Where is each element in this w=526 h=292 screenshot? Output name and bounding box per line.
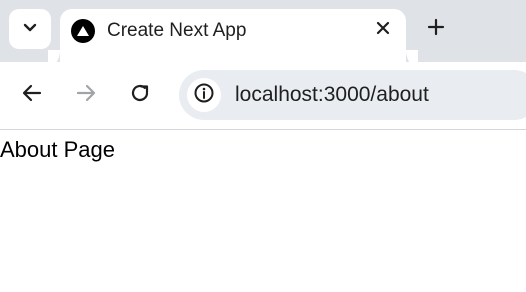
url-text[interactable]: localhost:3000/about <box>235 83 429 107</box>
info-icon <box>193 82 215 109</box>
back-button[interactable] <box>16 79 48 111</box>
new-tab-button[interactable] <box>421 14 451 44</box>
reload-button[interactable] <box>124 79 156 111</box>
forward-button[interactable] <box>70 79 102 111</box>
page-content: About Page <box>0 130 526 292</box>
tab-title: Create Next App <box>107 20 247 41</box>
reload-icon <box>129 82 151 109</box>
tab-search-button[interactable] <box>9 9 51 49</box>
close-icon <box>376 21 390 40</box>
browser-toolbar: localhost:3000/about <box>0 62 526 130</box>
chevron-down-icon <box>23 20 37 38</box>
site-info-button[interactable] <box>187 78 221 112</box>
tab-strip: Create Next App <box>0 0 526 62</box>
arrow-left-icon <box>21 82 43 109</box>
address-bar[interactable]: localhost:3000/about <box>179 70 526 120</box>
tab-close-button[interactable] <box>370 17 396 43</box>
page-heading: About Page <box>0 137 115 162</box>
arrow-right-icon <box>75 82 97 109</box>
plus-icon <box>427 18 445 41</box>
nextjs-triangle-icon <box>71 19 95 43</box>
active-tab[interactable]: Create Next App <box>60 9 406 62</box>
